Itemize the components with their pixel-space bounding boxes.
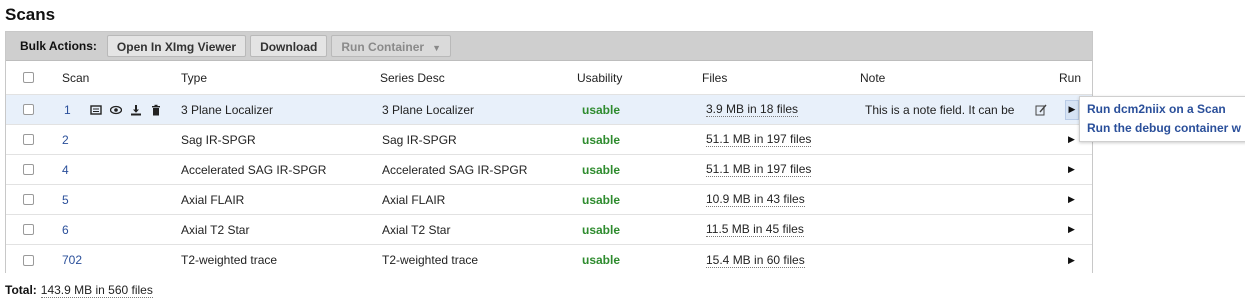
menu-item-run-debug-container[interactable]: Run the debug container w: [1087, 119, 1245, 138]
series-desc: Axial T2 Star: [382, 222, 451, 237]
files-link[interactable]: 51.1 MB in 197 files: [706, 132, 812, 147]
bulk-actions-toolbar: Bulk Actions: Open In XImg Viewer Downlo…: [6, 32, 1092, 61]
usability-status: usable: [582, 222, 621, 237]
series-desc: Axial FLAIR: [382, 192, 446, 207]
caret-right-icon[interactable]: ▶: [1068, 164, 1075, 175]
table-row[interactable]: 6 Axial T2 Star Axial T2 Star usable 11.…: [6, 215, 1092, 245]
table-row[interactable]: 702 T2-weighted trace T2-weighted trace …: [6, 245, 1092, 275]
page-title: Scans: [5, 5, 56, 24]
column-header-run: Run: [1059, 70, 1082, 85]
files-link[interactable]: 3.9 MB in 18 files: [706, 102, 799, 117]
column-header-files[interactable]: Files: [702, 61, 727, 94]
table-row[interactable]: 1 3 Plane Localizer 3 Plane Localizer us…: [6, 95, 1092, 125]
usability-status: usable: [582, 102, 621, 117]
download-icon[interactable]: [130, 104, 142, 116]
scan-type: Axial T2 Star: [181, 222, 250, 237]
files-link[interactable]: 11.5 MB in 45 files: [706, 222, 804, 237]
total-summary: Total: 143.9 MB in 560 files: [5, 283, 153, 298]
scans-table: Bulk Actions: Open In XImg Viewer Downlo…: [5, 31, 1093, 275]
row-checkbox[interactable]: [23, 254, 34, 266]
run-container-menu: Run dcm2niix on a Scan Run the debug con…: [1079, 96, 1245, 142]
download-button[interactable]: Download: [250, 35, 328, 57]
open-in-ximg-viewer-button[interactable]: Open In XImg Viewer: [106, 35, 247, 57]
scan-type: 3 Plane Localizer: [181, 102, 274, 117]
row-checkbox[interactable]: [23, 134, 34, 145]
usability-status: usable: [582, 162, 621, 177]
series-desc: T2-weighted trace: [382, 253, 479, 267]
files-link[interactable]: 51.1 MB in 197 files: [706, 162, 812, 177]
caret-right-icon[interactable]: ▶: [1068, 224, 1075, 235]
run-container-label: Run Container: [341, 40, 425, 54]
menu-item-run-dcm2niix[interactable]: Run dcm2niix on a Scan: [1087, 100, 1245, 119]
scan-id-link[interactable]: 4: [62, 155, 69, 184]
note-text: This is a note field. It can be: [865, 102, 1015, 117]
scan-id-link[interactable]: 6: [62, 215, 69, 244]
row-checkbox[interactable]: [23, 194, 34, 205]
usability-status: usable: [582, 132, 621, 147]
row-checkbox[interactable]: [23, 164, 34, 175]
table-header: Scan Type Series Desc Usability Files No…: [6, 61, 1092, 95]
trash-icon[interactable]: [150, 104, 162, 116]
files-link[interactable]: 15.4 MB in 60 files: [706, 253, 805, 268]
total-label: Total:: [5, 283, 37, 297]
usability-status: usable: [582, 192, 621, 207]
scan-id-link[interactable]: 1: [64, 95, 71, 124]
row-checkbox[interactable]: [23, 224, 34, 235]
scan-id-link[interactable]: 2: [62, 125, 69, 154]
bulk-actions-label: Bulk Actions:: [20, 39, 97, 53]
series-desc: Accelerated SAG IR-SPGR: [382, 162, 528, 177]
edit-note-icon[interactable]: [1035, 104, 1047, 116]
select-all-checkbox[interactable]: [23, 72, 34, 83]
total-files-link[interactable]: 143.9 MB in 560 files: [40, 283, 153, 298]
scan-type: T2-weighted trace: [181, 253, 278, 267]
run-container-button[interactable]: Run Container ▼: [331, 35, 451, 57]
run-menu-toggle[interactable]: ▶: [1065, 99, 1079, 120]
scan-type: Sag IR-SPGR: [181, 132, 256, 147]
scan-type: Accelerated SAG IR-SPGR: [181, 162, 327, 177]
series-desc: 3 Plane Localizer: [382, 102, 475, 117]
caret-right-icon[interactable]: ▶: [1068, 255, 1075, 266]
scan-type: Axial FLAIR: [181, 192, 245, 207]
table-row[interactable]: 4 Accelerated SAG IR-SPGR Accelerated SA…: [6, 155, 1092, 185]
chevron-down-icon: ▼: [432, 43, 441, 53]
column-header-type[interactable]: Type: [181, 61, 207, 94]
eye-icon[interactable]: [110, 104, 122, 116]
caret-right-icon: ▶: [1068, 104, 1076, 114]
caret-right-icon[interactable]: ▶: [1068, 134, 1075, 145]
caret-right-icon[interactable]: ▶: [1068, 194, 1075, 205]
scan-id-link[interactable]: 702: [62, 245, 82, 275]
column-header-scan[interactable]: Scan: [62, 61, 89, 94]
column-header-series-desc[interactable]: Series Desc: [380, 61, 445, 94]
usability-status: usable: [582, 253, 621, 267]
series-desc: Sag IR-SPGR: [382, 132, 457, 147]
table-row[interactable]: 5 Axial FLAIR Axial FLAIR usable 10.9 MB…: [6, 185, 1092, 215]
table-row[interactable]: 2 Sag IR-SPGR Sag IR-SPGR usable 51.1 MB…: [6, 125, 1092, 155]
details-icon[interactable]: [90, 104, 102, 116]
row-checkbox[interactable]: [23, 104, 34, 115]
files-link[interactable]: 10.9 MB in 43 files: [706, 192, 805, 207]
scan-id-link[interactable]: 5: [62, 185, 69, 214]
column-header-usability[interactable]: Usability: [577, 61, 622, 94]
column-header-note[interactable]: Note: [860, 61, 885, 94]
